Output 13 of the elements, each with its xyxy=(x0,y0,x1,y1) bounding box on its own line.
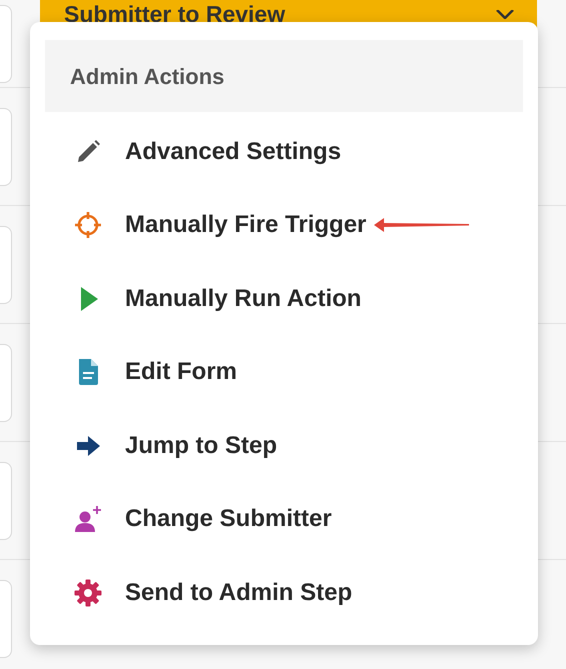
crosshair-icon xyxy=(73,210,103,240)
menu-item[interactable]: Change Submitter xyxy=(45,482,523,556)
menu-item[interactable]: Jump to Step xyxy=(45,409,523,482)
menu-item[interactable]: Edit Form xyxy=(45,336,523,409)
chevron-down-icon xyxy=(495,10,515,19)
settings-icon xyxy=(73,578,103,608)
menu-header: Admin Actions xyxy=(45,40,523,112)
menu-item[interactable]: Advanced Settings xyxy=(45,115,523,188)
menu-item[interactable]: Manually Fire Trigger xyxy=(45,188,523,262)
stage-title: Submitter to Review xyxy=(64,3,286,26)
user-add-icon xyxy=(73,504,103,534)
menu-item[interactable]: Send to Admin Step xyxy=(45,556,523,630)
menu-item[interactable]: Manually Run Action xyxy=(45,262,523,336)
